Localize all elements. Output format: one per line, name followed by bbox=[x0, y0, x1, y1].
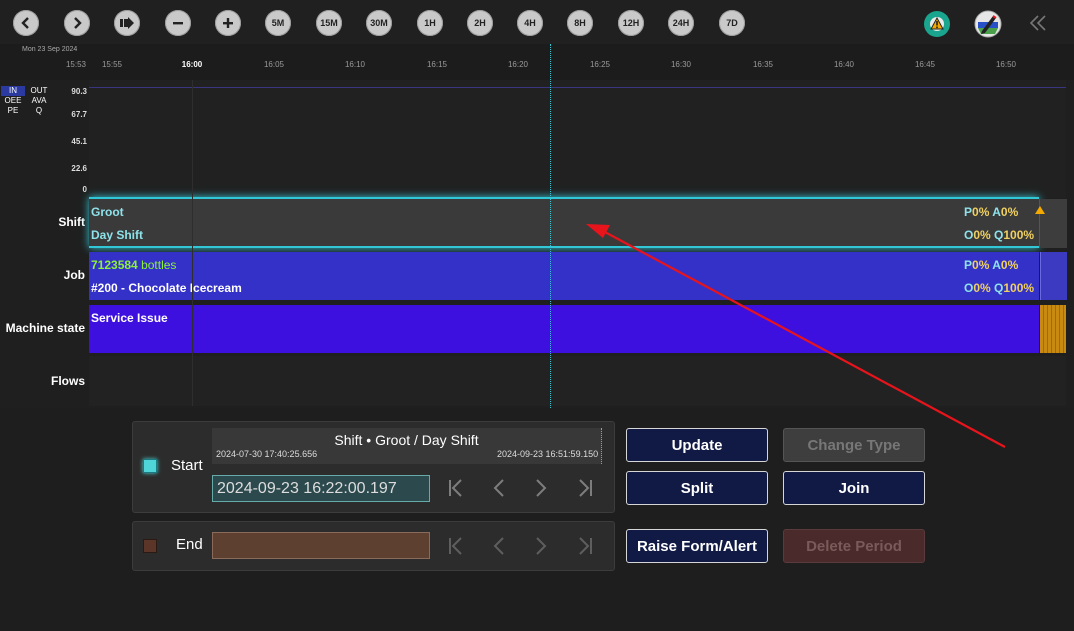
join-button[interactable]: Join bbox=[783, 471, 925, 505]
zoom-2h-button[interactable]: 2H bbox=[467, 10, 493, 36]
shift-pa-metrics: P0% A0% bbox=[964, 205, 1019, 219]
zoom-4h-button[interactable]: 4H bbox=[517, 10, 543, 36]
row-label-shift: Shift bbox=[58, 215, 85, 229]
pe-label[interactable]: PE bbox=[1, 106, 25, 115]
machine-state-label: Service Issue bbox=[91, 311, 168, 325]
machine-state-bar[interactable] bbox=[89, 305, 1039, 353]
jump-to-first-icon[interactable] bbox=[445, 477, 467, 499]
delete-period-button[interactable]: Delete Period bbox=[783, 529, 925, 563]
tick-label: 16:50 bbox=[995, 60, 1017, 69]
y-tick-label: 90.3 bbox=[71, 87, 87, 96]
tick-label: 16:00 bbox=[181, 60, 203, 69]
collapse-panel-icon[interactable] bbox=[1028, 14, 1048, 32]
edit-mode-icon[interactable] bbox=[973, 9, 1003, 39]
zoom-5m-button[interactable]: 5M bbox=[265, 10, 291, 36]
jump-to-last-icon[interactable] bbox=[574, 535, 596, 557]
start-label: Start bbox=[171, 457, 203, 474]
tick-label: 16:30 bbox=[670, 60, 692, 69]
zoom-out-icon[interactable] bbox=[165, 10, 191, 36]
period-title: Shift • Groot / Day Shift bbox=[334, 432, 479, 448]
zoom-30m-button[interactable]: 30M bbox=[366, 10, 392, 36]
zoom-in-icon[interactable] bbox=[215, 10, 241, 36]
tick-label: 15:53 bbox=[65, 60, 87, 69]
tick-label: 16:35 bbox=[752, 60, 774, 69]
zoom-12h-button[interactable]: 12H bbox=[618, 10, 644, 36]
period-start-time: 2024-07-30 17:40:25.656 bbox=[216, 449, 318, 459]
job-oq-metrics: O0% Q100% bbox=[964, 281, 1035, 295]
warning-marker-icon bbox=[1035, 201, 1045, 219]
shift-oq-metrics: O0% Q100% bbox=[964, 228, 1035, 242]
oee-label[interactable]: OEE bbox=[1, 96, 25, 105]
in-toggle[interactable]: IN bbox=[1, 86, 25, 96]
row-label-flows: Flows bbox=[50, 374, 85, 388]
end-time-input[interactable] bbox=[212, 532, 430, 559]
end-checkbox[interactable] bbox=[143, 539, 157, 553]
y-tick-label: 22.6 bbox=[71, 164, 87, 173]
y-tick-label: 45.1 bbox=[71, 137, 87, 146]
raise-form-alert-button[interactable]: Raise Form/Alert bbox=[626, 529, 768, 563]
gridline-16-00 bbox=[192, 80, 193, 406]
row-label-job: Job bbox=[63, 268, 85, 282]
zoom-15m-button[interactable]: 15M bbox=[316, 10, 342, 36]
next-icon[interactable] bbox=[530, 535, 552, 557]
zoom-8h-button[interactable]: 8H bbox=[567, 10, 593, 36]
previous-icon[interactable] bbox=[488, 535, 510, 557]
job-name: #200 - Chocolate Icecream bbox=[91, 281, 242, 295]
update-button[interactable]: Update bbox=[626, 428, 768, 462]
ava-label[interactable]: AVA bbox=[27, 96, 51, 105]
change-type-button[interactable]: Change Type bbox=[783, 428, 925, 462]
tick-label: 16:10 bbox=[344, 60, 366, 69]
out-toggle[interactable]: OUT bbox=[27, 86, 51, 95]
tick-label: 16:25 bbox=[589, 60, 611, 69]
row-label-machine-state: Machine state bbox=[5, 321, 85, 335]
split-button[interactable]: Split bbox=[626, 471, 768, 505]
start-time-input[interactable] bbox=[212, 475, 430, 502]
tick-label: 16:20 bbox=[507, 60, 529, 69]
period-end-time: 2024-09-23 16:51:59.150 bbox=[497, 449, 599, 459]
alert-status-icon[interactable] bbox=[922, 9, 952, 39]
flows-row bbox=[89, 356, 1066, 406]
tick-label: 16:45 bbox=[914, 60, 936, 69]
next-icon[interactable] bbox=[530, 477, 552, 499]
tick-label: 16:05 bbox=[263, 60, 285, 69]
shift-name: Day Shift bbox=[91, 228, 144, 242]
previous-icon[interactable] bbox=[488, 477, 510, 499]
job-next-period[interactable] bbox=[1040, 252, 1067, 300]
zoom-24h-button[interactable]: 24H bbox=[668, 10, 694, 36]
end-label: End bbox=[176, 536, 203, 553]
q-label[interactable]: Q bbox=[27, 106, 51, 115]
timeline-date: Mon 23 Sep 2024 bbox=[22, 46, 78, 53]
tick-label: 15:55 bbox=[101, 60, 123, 69]
chart-top-line bbox=[89, 87, 1066, 88]
jump-to-last-icon[interactable] bbox=[574, 477, 596, 499]
shift-team-name: Groot bbox=[91, 205, 124, 219]
tick-label: 16:15 bbox=[426, 60, 448, 69]
jump-to-first-icon[interactable] bbox=[445, 535, 467, 557]
oee-chart bbox=[89, 80, 1066, 198]
zoom-1h-button[interactable]: 1H bbox=[417, 10, 443, 36]
time-cursor-line[interactable] bbox=[550, 44, 551, 408]
shift-period-bar[interactable] bbox=[89, 197, 1039, 248]
forward-icon[interactable] bbox=[64, 10, 90, 36]
machine-state-next-period[interactable] bbox=[1040, 305, 1066, 353]
y-tick-label: 0 bbox=[82, 185, 87, 194]
back-icon[interactable] bbox=[13, 10, 39, 36]
tick-label: 16:40 bbox=[833, 60, 855, 69]
zoom-7d-button[interactable]: 7D bbox=[719, 10, 745, 36]
jump-to-now-icon[interactable] bbox=[114, 10, 140, 36]
job-count: 7123584 bottles bbox=[91, 258, 177, 272]
timeline-header bbox=[0, 44, 1074, 80]
start-checkbox[interactable] bbox=[143, 459, 157, 473]
y-tick-label: 67.7 bbox=[71, 110, 87, 119]
job-pa-metrics: P0% A0% bbox=[964, 258, 1019, 272]
toolbar: 5M 15M 30M 1H 2H 4H 8H 12H 24H 7D bbox=[0, 0, 1074, 44]
